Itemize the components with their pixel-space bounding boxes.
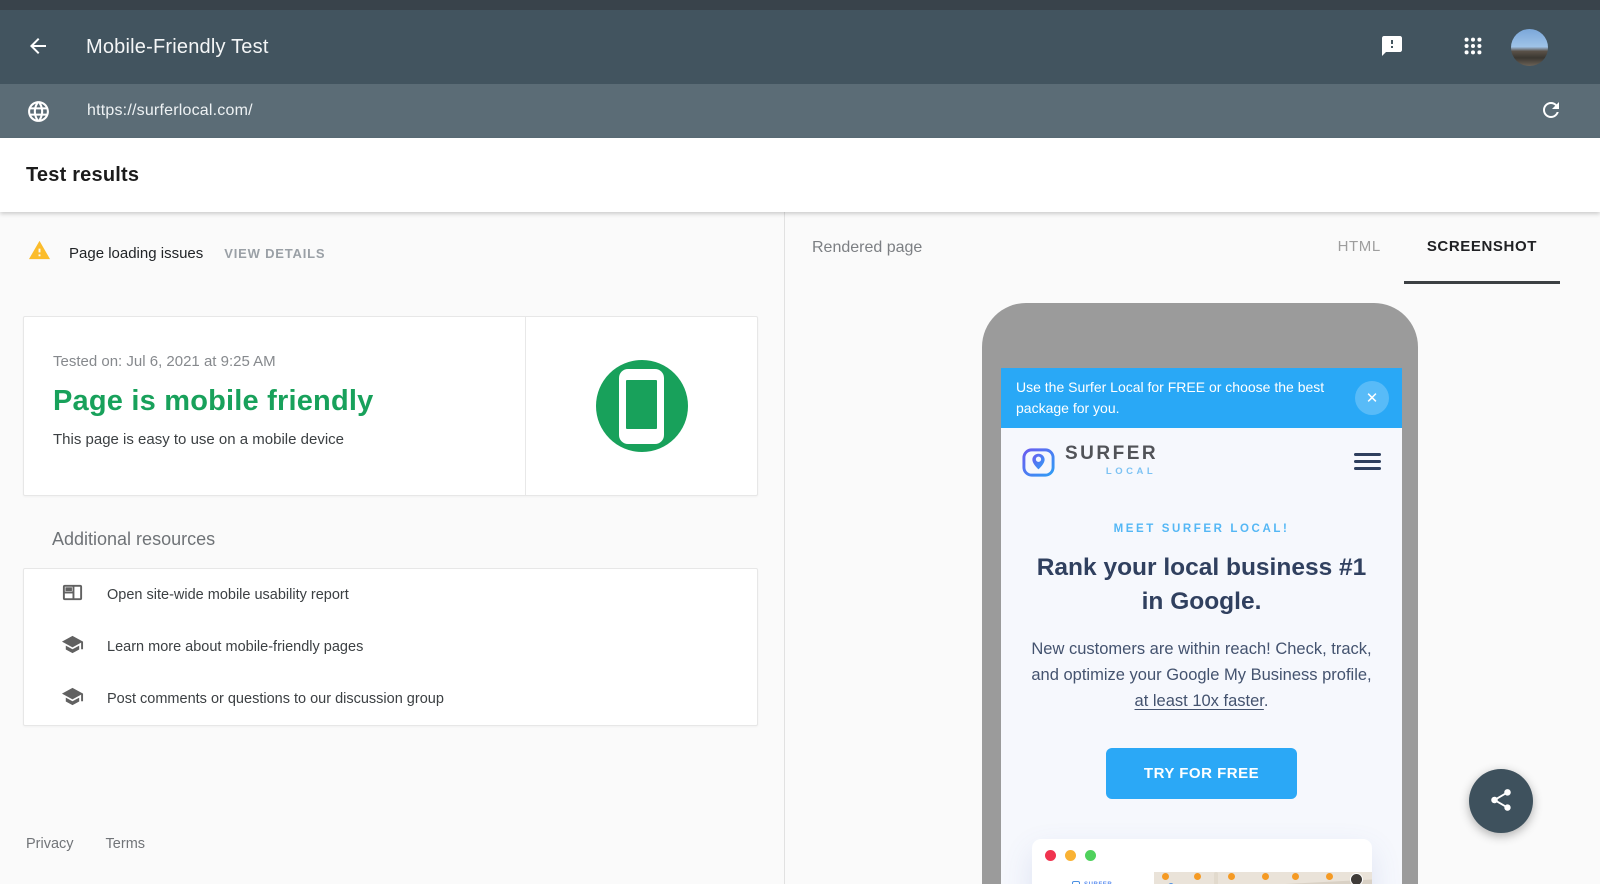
reader-mode-icon — [61, 581, 84, 609]
tab-html[interactable]: HTML — [1315, 212, 1404, 284]
close-icon: ✕ — [1355, 381, 1389, 415]
site-header: SURFER LOCAL — [1001, 428, 1402, 486]
main-content: Page loading issues VIEW DETAILS Tested … — [0, 212, 1600, 884]
resource-label: Open site-wide mobile usability report — [107, 587, 349, 603]
apps-grid-button[interactable] — [1461, 35, 1485, 59]
share-icon — [1488, 787, 1514, 816]
phone-screen: Use the Surfer Local for FREE or choose … — [1001, 368, 1402, 884]
apps-grid-icon — [1462, 35, 1484, 60]
location-pin-icon — [1021, 445, 1056, 480]
additional-resources-title: Additional resources — [52, 529, 216, 549]
traffic-light-yellow — [1065, 849, 1076, 861]
resource-link-usability-report[interactable]: Open site-wide mobile usability report — [24, 569, 757, 621]
traffic-light-green — [1085, 849, 1096, 861]
school-icon — [61, 633, 84, 661]
url-bar: https://surferlocal.com/ — [0, 84, 1600, 138]
warning-icon — [28, 239, 51, 267]
rendered-page-header: Rendered page HTML SCREENSHOT — [785, 212, 1600, 284]
surfer-local-logo: SURFER LOCAL — [1021, 443, 1158, 480]
page-title: Test results — [26, 163, 140, 186]
map-marker-avatar — [1350, 872, 1363, 884]
hamburger-menu-icon — [1354, 445, 1381, 478]
mini-map — [1146, 871, 1372, 884]
hero-body: New customers are within reach! Check, t… — [1025, 636, 1378, 715]
app-bar-actions — [1379, 28, 1600, 66]
tab-screenshot[interactable]: SCREENSHOT — [1403, 212, 1560, 284]
avatar[interactable] — [1511, 28, 1548, 66]
resource-label: Learn more about mobile-friendly pages — [107, 639, 364, 655]
phone-mockup: Use the Surfer Local for FREE or choose … — [982, 303, 1418, 884]
verdict-title: Page is mobile friendly — [53, 385, 374, 417]
hero-body-text: New customers are within reach! Check, t… — [1031, 639, 1372, 684]
results-bar: Test results — [0, 138, 1600, 212]
logo-text: SURFER LOCAL — [1065, 443, 1158, 477]
hero-eyebrow: MEET SURFER LOCAL! — [1113, 523, 1290, 535]
result-card-main: Tested on: Jul 6, 2021 at 9:25 AM Page i… — [24, 317, 525, 495]
verdict-description: This page is easy to use on a mobile dev… — [53, 431, 344, 448]
resources-card: Open site-wide mobile usability report L… — [23, 568, 758, 726]
feedback-icon — [1380, 34, 1404, 61]
promo-banner-text: Use the Surfer Local for FREE or choose … — [1016, 379, 1325, 416]
app-title: Mobile-Friendly Test — [86, 35, 269, 58]
resource-link-learn-more[interactable]: Learn more about mobile-friendly pages — [24, 621, 757, 673]
result-card-icon-cell — [525, 317, 757, 495]
terms-link[interactable]: Terms — [106, 834, 145, 854]
resource-link-discussion-group[interactable]: Post comments or questions to our discus… — [24, 673, 757, 725]
footer-links: Privacy Terms — [26, 834, 177, 854]
preview-tabs: HTML SCREENSHOT — [1315, 212, 1560, 284]
hero-body-text: . — [1263, 692, 1269, 711]
hero-heading: Rank your local business #1 in Google. — [1036, 554, 1367, 615]
arrow-back-icon — [26, 34, 50, 61]
rendered-page-label: Rendered page — [812, 239, 923, 256]
mini-sidebar: ‹ SURFER — [1032, 871, 1154, 884]
hero-link: at least 10x faster — [1134, 692, 1264, 711]
rendered-page-panel: Rendered page HTML SCREENSHOT Use the Su… — [785, 212, 1600, 884]
promo-banner: Use the Surfer Local for FREE or choose … — [1001, 368, 1402, 428]
issues-label: Page loading issues — [69, 244, 204, 262]
mobile-phone-icon — [595, 360, 688, 452]
url-text: https://surferlocal.com/ — [87, 102, 253, 119]
browser-content: ‹ SURFER — [1032, 871, 1372, 884]
feedback-button[interactable] — [1379, 34, 1405, 60]
tested-on-text: Tested on: Jul 6, 2021 at 9:25 AM — [53, 353, 276, 370]
refresh-button[interactable] — [1538, 98, 1564, 124]
try-for-free-button: TRY FOR FREE — [1105, 747, 1298, 799]
share-button[interactable] — [1469, 769, 1533, 833]
issues-row: Page loading issues VIEW DETAILS — [28, 239, 784, 267]
traffic-light-red — [1045, 849, 1056, 861]
view-details-button[interactable]: VIEW DETAILS — [222, 242, 327, 265]
brand-primary: SURFER — [1065, 443, 1159, 464]
browser-window-mockup: ‹ SURFER — [1032, 838, 1372, 884]
results-panel: Page loading issues VIEW DETAILS Tested … — [0, 212, 785, 884]
hero-section: MEET SURFER LOCAL! Rank your local busin… — [1001, 523, 1402, 799]
top-strip — [0, 0, 1600, 10]
result-card: Tested on: Jul 6, 2021 at 9:25 AM Page i… — [23, 316, 758, 496]
school-icon — [61, 685, 84, 713]
refresh-icon — [1539, 98, 1563, 125]
browser-titlebar — [1032, 839, 1372, 872]
brand-secondary: LOCAL — [1105, 466, 1157, 477]
back-button[interactable] — [24, 33, 52, 61]
privacy-link[interactable]: Privacy — [26, 834, 74, 854]
resource-label: Post comments or questions to our discus… — [107, 691, 444, 707]
app-bar: Mobile-Friendly Test — [0, 10, 1600, 84]
globe-icon — [26, 99, 51, 124]
